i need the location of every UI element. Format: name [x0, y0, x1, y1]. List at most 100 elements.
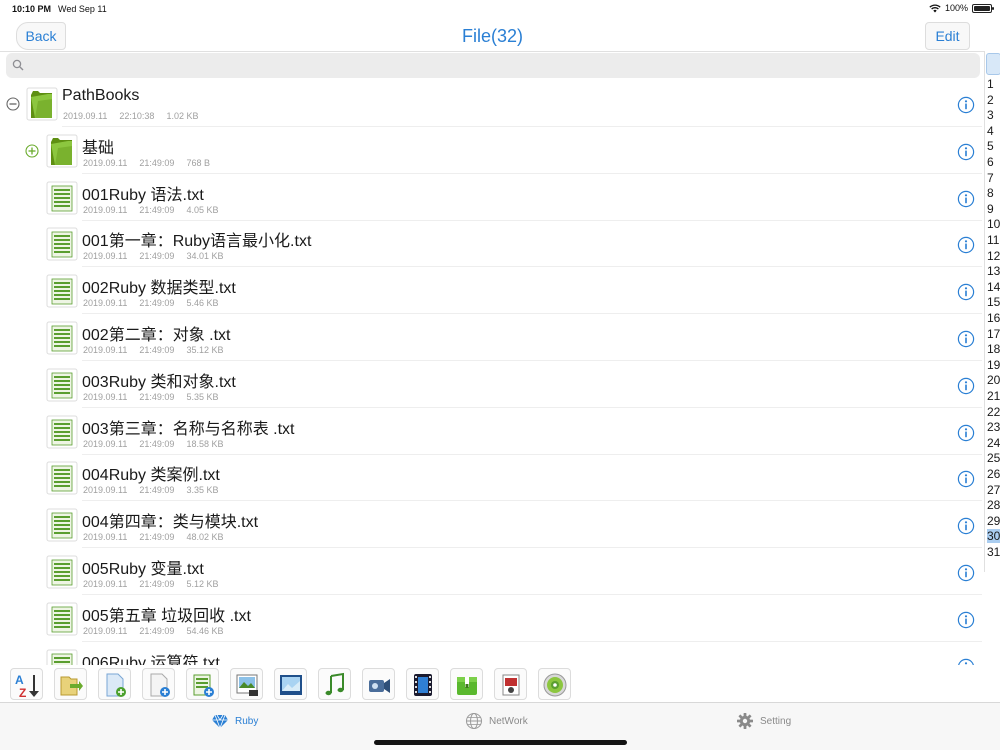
item-date: 2019.09.11: [83, 625, 128, 636]
item-size: 768 B: [186, 157, 210, 168]
index-item[interactable]: 4: [987, 124, 994, 138]
gear-icon: [737, 713, 753, 729]
index-item[interactable]: 22: [987, 405, 1000, 419]
index-item[interactable]: 9: [987, 202, 994, 216]
info-icon[interactable]: [957, 564, 975, 582]
file-row[interactable]: 002第二章：对象 .txt 2019.09.11 21:49:09 35.12 KB: [0, 314, 982, 361]
picture-frame-button[interactable]: [274, 668, 307, 700]
item-date: 2019.09.11: [83, 579, 128, 589]
file-row[interactable]: 005Ruby 变量.txt 2019.09.11 21:49:09 5.12 KB: [0, 548, 982, 595]
move-files-icon: [60, 676, 83, 696]
index-item[interactable]: 30: [987, 529, 1000, 544]
tab-ruby[interactable]: Ruby: [211, 711, 258, 731]
item-time: 21:49:09: [139, 485, 175, 496]
info-icon[interactable]: [957, 470, 975, 488]
index-item[interactable]: 1: [987, 77, 994, 91]
item-date: 2019.09.11: [83, 438, 128, 449]
file-row[interactable]: 005第五章 垃圾回收 .txt 2019.09.11 21:49:09 54.46 …: [0, 595, 982, 642]
collapse-toggle-icon[interactable]: [6, 97, 20, 111]
folder-row[interactable]: PathBooks 2019.09.11 22:10:38 1.02 KB: [0, 80, 982, 127]
file-row[interactable]: 004第四章：类与模块.txt 2019.09.11 21:49:09 48.02 K…: [0, 501, 982, 549]
file-row[interactable]: 003Ruby 类和对象.txt 2019.09.11 21:49:09 5.35 K…: [0, 361, 982, 408]
index-item[interactable]: 7: [987, 171, 994, 185]
settings-disc-button[interactable]: [538, 668, 571, 700]
photo-image-icon: [236, 674, 258, 696]
info-icon[interactable]: [957, 236, 975, 254]
folder-row[interactable]: 基础 2019.09.11 21:49:09 768 B: [0, 127, 982, 174]
index-item[interactable]: 5: [987, 139, 994, 153]
index-item[interactable]: 26: [987, 467, 1000, 481]
index-item[interactable]: 12: [987, 249, 1000, 263]
search-bar[interactable]: [6, 53, 980, 78]
text-file-icon: [46, 181, 78, 215]
index-item[interactable]: 25: [987, 451, 1000, 465]
file-row[interactable]: 006Ruby 运算符.txt: [0, 642, 982, 665]
file-row[interactable]: 004Ruby 类案例.txt 2019.09.11 21:49:09 3.35 KB: [0, 454, 982, 502]
info-icon[interactable]: [957, 658, 975, 665]
info-icon[interactable]: [957, 377, 975, 395]
index-item[interactable]: 20: [987, 373, 1000, 387]
edit-button[interactable]: Edit: [925, 22, 970, 50]
index-item[interactable]: 18: [987, 342, 1000, 356]
move-files-button[interactable]: [54, 668, 87, 700]
file-row[interactable]: 001Ruby 语法.txt 2019.09.11 21:49:09 4.05 KB: [0, 174, 982, 221]
new-document-button[interactable]: [142, 668, 175, 700]
item-time: 21:49:09: [139, 625, 175, 636]
info-icon[interactable]: [957, 283, 975, 301]
index-item[interactable]: 24: [987, 436, 1000, 450]
index-item[interactable]: 16: [987, 311, 1000, 325]
index-item[interactable]: 31: [987, 545, 1000, 559]
item-meta: 2019.09.11 21:49:09 4.05 KB: [83, 205, 218, 215]
music-note-button[interactable]: [318, 668, 351, 700]
file-row[interactable]: 002Ruby 数据类型.txt 2019.09.11 21:49:09 5.46 K…: [0, 267, 982, 315]
text-file-icon: [46, 368, 78, 402]
index-item[interactable]: 28: [987, 498, 1000, 512]
photo-image-button[interactable]: [230, 668, 263, 700]
text-file-icon: [46, 649, 78, 665]
info-icon[interactable]: [957, 517, 975, 535]
tab-network[interactable]: NetWork: [465, 711, 528, 731]
sort-az-button[interactable]: AZ: [10, 668, 43, 700]
info-icon[interactable]: [957, 190, 975, 208]
index-search-tab[interactable]: [986, 53, 1000, 75]
index-item[interactable]: 17: [987, 327, 1000, 341]
index-item[interactable]: 15: [987, 295, 1000, 309]
file-row[interactable]: 003第三章：名称与名称表 .txt 2019.09.11 21:49:09 18.5…: [0, 408, 982, 455]
info-icon[interactable]: [957, 424, 975, 442]
index-item[interactable]: 13: [987, 264, 1000, 278]
add-text-file-button[interactable]: [186, 668, 219, 700]
info-icon[interactable]: [957, 143, 975, 161]
item-date: 2019.09.11: [83, 251, 128, 262]
tab-setting[interactable]: Setting: [736, 711, 791, 731]
info-icon[interactable]: [957, 611, 975, 629]
expand-toggle-icon[interactable]: [25, 144, 39, 158]
index-item[interactable]: 27: [987, 483, 1000, 497]
item-name: 003Ruby 类和对象.txt: [82, 373, 236, 391]
index-item[interactable]: 2: [987, 93, 994, 107]
new-file-button[interactable]: [98, 668, 131, 700]
index-item[interactable]: 6: [987, 155, 994, 169]
film-button[interactable]: [406, 668, 439, 700]
info-icon[interactable]: [957, 96, 975, 114]
index-item[interactable]: 3: [987, 108, 994, 122]
archive-zip-button[interactable]: [450, 668, 483, 700]
battery-level: [974, 5, 990, 11]
file-row[interactable]: 001第一章：Ruby语言最小化.txt 2019.09.11 21:49:09 34…: [0, 220, 982, 268]
index-item[interactable]: 10: [987, 217, 1000, 231]
item-date: 2019.09.11: [83, 485, 128, 496]
info-icon[interactable]: [957, 330, 975, 348]
index-item[interactable]: 23: [987, 420, 1000, 434]
picture-frame-icon: [280, 675, 302, 695]
index-item[interactable]: 8: [987, 186, 994, 200]
search-input[interactable]: [28, 56, 968, 75]
item-time: 21:49:09: [139, 157, 175, 168]
index-item[interactable]: 11: [987, 233, 999, 247]
index-item[interactable]: 29: [987, 514, 1000, 528]
item-date: 2019.09.11: [83, 345, 128, 355]
index-item[interactable]: 14: [987, 280, 1000, 294]
index-item[interactable]: 19: [987, 358, 1000, 372]
index-item[interactable]: 21: [987, 389, 1000, 403]
section-index[interactable]: 1 2 3 4 5 6 7 8 9 10 11 12 13 14 15 16 17 18 19 20 21 22 23 24 2…: [984, 52, 1000, 572]
document-viewer-button[interactable]: [494, 668, 527, 700]
video-camera-button[interactable]: [362, 668, 395, 700]
